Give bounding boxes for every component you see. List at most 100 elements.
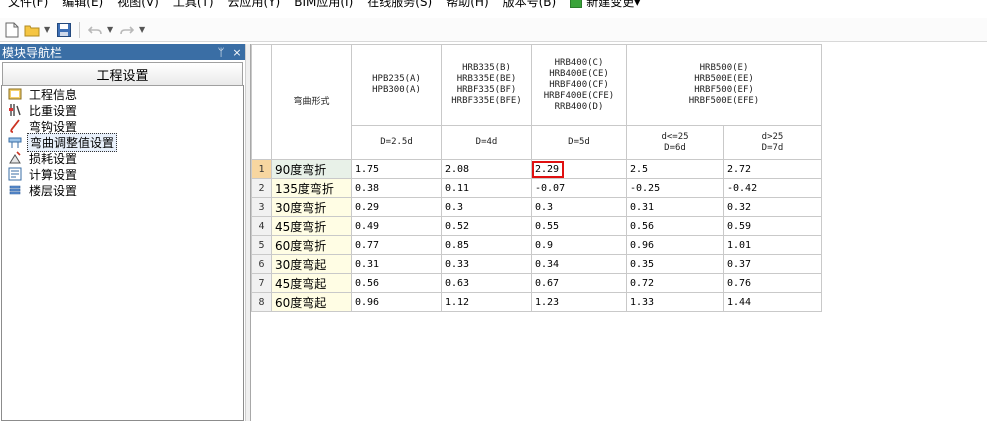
nav-section-header[interactable]: 工程设置 [2, 62, 243, 86]
nav-item-2[interactable]: 比重设置 [2, 102, 243, 118]
menu-item[interactable]: 版本号(B) [495, 0, 563, 10]
value-cell[interactable]: 0.31 [351, 254, 442, 274]
nav-item-5[interactable]: 损耗设置 [2, 150, 243, 166]
menu-item[interactable]: 视图(V) [109, 0, 165, 10]
nav-item-6[interactable]: 计算设置 [2, 166, 243, 182]
value-text: 0.34 [535, 258, 560, 270]
value-cell[interactable]: 0.52 [441, 216, 532, 236]
value-cell[interactable]: 0.33 [441, 254, 532, 274]
bend-form-cell[interactable]: 60度弯折 [271, 235, 352, 255]
value-cell[interactable]: 0.29 [351, 197, 442, 217]
value-cell[interactable]: 0.37 [723, 254, 822, 274]
value-cell[interactable]: 1.12 [441, 292, 532, 312]
new-file-icon[interactable] [4, 22, 20, 38]
undo-icon[interactable] [87, 22, 103, 38]
value-cell[interactable]: 0.72 [626, 273, 724, 293]
new-change-menu[interactable]: 新建变更 ▾ [562, 0, 646, 10]
row-number[interactable]: 4 [251, 216, 272, 236]
value-cell[interactable]: 0.96 [626, 235, 724, 255]
nav-item-7[interactable]: 楼层设置 [2, 182, 243, 198]
value-cell[interactable]: 0.3 [441, 197, 532, 217]
steel-grade-label: HRBF400(CF) [549, 79, 609, 90]
value-cell[interactable]: 0.63 [441, 273, 532, 293]
value-text: 0.3 [445, 201, 464, 213]
value-cell[interactable]: 0.34 [531, 254, 627, 274]
value-cell[interactable]: 0.56 [626, 216, 724, 236]
bend-form-cell[interactable]: 90度弯折 [271, 159, 352, 179]
bend-form-cell[interactable]: 30度弯折 [271, 197, 352, 217]
value-cell[interactable]: 2.08 [441, 159, 532, 179]
value-cell[interactable]: 2.72 [723, 159, 822, 179]
menu-item[interactable]: 文件(F) [0, 0, 54, 10]
value-cell[interactable]: 1.33 [626, 292, 724, 312]
menu-item[interactable]: 云应用(Y) [220, 0, 287, 10]
bend-form-cell[interactable]: 135度弯折 [271, 178, 352, 198]
menu-item[interactable]: 工具(T) [165, 0, 220, 10]
diameter-label: D=5d [568, 137, 590, 147]
value-cell[interactable]: 0.85 [441, 235, 532, 255]
value-cell[interactable]: 0.38 [351, 178, 442, 198]
nav-item-4[interactable]: 弯曲调整值设置 [2, 132, 243, 152]
value-cell[interactable]: -0.25 [626, 178, 724, 198]
value-cell[interactable]: -0.42 [723, 178, 822, 198]
steel-grade-label: HRBF335E(BFE) [451, 96, 522, 106]
open-folder-icon[interactable] [24, 22, 40, 38]
menu-item[interactable]: 编辑(E) [54, 0, 109, 10]
value-cell[interactable]: 0.96 [351, 292, 442, 312]
toolbar: ▼ ▼ ▼ [0, 18, 987, 42]
value-cell[interactable]: 0.67 [531, 273, 627, 293]
value-cell[interactable]: 0.3 [531, 197, 627, 217]
value-cell[interactable]: 1.01 [723, 235, 822, 255]
row-number[interactable]: 1 [251, 159, 272, 179]
redo-icon[interactable] [119, 22, 135, 38]
bend-form-cell[interactable]: 60度弯起 [271, 292, 352, 312]
row-number[interactable]: 2 [251, 178, 272, 198]
value-text: 0.56 [355, 277, 380, 289]
diameter-header: D=5d [531, 125, 627, 160]
table-row: 7 45度弯起 0.56 0.63 0.67 0.72 0.76 [251, 273, 822, 293]
menu-item[interactable]: BIM应用(I) [286, 0, 359, 10]
close-icon[interactable]: × [229, 46, 245, 59]
row-number[interactable]: 7 [251, 273, 272, 293]
value-cell[interactable]: -0.07 [531, 178, 627, 198]
row-number[interactable]: 6 [251, 254, 272, 274]
value-cell[interactable]: 1.44 [723, 292, 822, 312]
value-text: 0.63 [445, 277, 470, 289]
value-cell[interactable]: 0.55 [531, 216, 627, 236]
value-cell[interactable]: 0.11 [441, 178, 532, 198]
value-cell[interactable]: 0.59 [723, 216, 822, 236]
value-text: 0.37 [727, 258, 752, 270]
bend-form-cell[interactable]: 30度弯起 [271, 254, 352, 274]
menu-item[interactable]: 帮助(H) [438, 0, 494, 10]
redo-dropdown-icon[interactable]: ▼ [139, 25, 147, 34]
open-dropdown-icon[interactable]: ▼ [44, 25, 52, 34]
bend-form-cell[interactable]: 45度弯起 [271, 273, 352, 293]
pin-icon[interactable]: ᛘ [213, 46, 229, 59]
row-number[interactable]: 5 [251, 235, 272, 255]
value-cell[interactable]: 1.75 [351, 159, 442, 179]
menu-item[interactable]: 在线服务(S) [359, 0, 438, 10]
steel-grade-label: RRB400(D) [554, 101, 604, 112]
value-cell[interactable]: 0.35 [626, 254, 724, 274]
value-cell[interactable]: 0.32 [723, 197, 822, 217]
selected-value-cell[interactable]: 2.29 [531, 159, 627, 179]
value-cell[interactable]: 2.5 [626, 159, 724, 179]
save-icon[interactable] [56, 22, 72, 38]
nav-item-label: 工程信息 [29, 87, 78, 102]
row-number[interactable]: 8 [251, 292, 272, 312]
bend-form-cell[interactable]: 45度弯折 [271, 216, 352, 236]
bend-adjustment-grid-area: 弯曲形式 HPB235(A) HPB300(A) HRB335(B) HRB335E(B… [251, 44, 987, 421]
value-cell[interactable]: 0.49 [351, 216, 442, 236]
value-cell[interactable]: 0.9 [531, 235, 627, 255]
value-cell[interactable]: 0.77 [351, 235, 442, 255]
row-number[interactable]: 3 [251, 197, 272, 217]
value-text: 0.72 [630, 277, 655, 289]
value-cell[interactable]: 0.76 [723, 273, 822, 293]
value-cell[interactable]: 1.23 [531, 292, 627, 312]
nav-item-1[interactable]: 工程信息 [2, 86, 243, 102]
diameter-header: d>25 D=7d [723, 125, 822, 160]
value-cell[interactable]: 0.31 [626, 197, 724, 217]
value-text: 0.67 [535, 277, 560, 289]
undo-dropdown-icon[interactable]: ▼ [107, 25, 115, 34]
value-cell[interactable]: 0.56 [351, 273, 442, 293]
